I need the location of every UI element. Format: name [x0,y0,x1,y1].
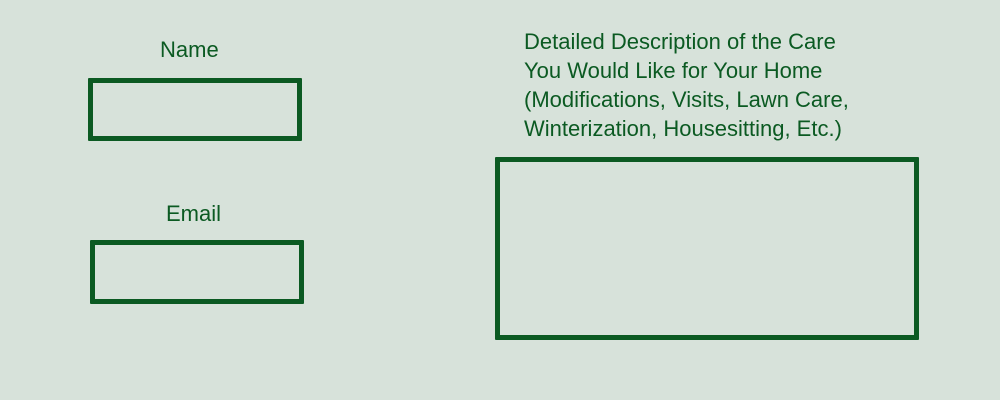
name-label: Name [160,37,219,62]
email-input[interactable] [90,240,304,304]
email-label: Email [166,201,222,226]
description-label: Detailed Description of the Care You Wou… [524,29,849,141]
name-input[interactable] [88,78,302,141]
description-textarea[interactable] [495,157,919,340]
